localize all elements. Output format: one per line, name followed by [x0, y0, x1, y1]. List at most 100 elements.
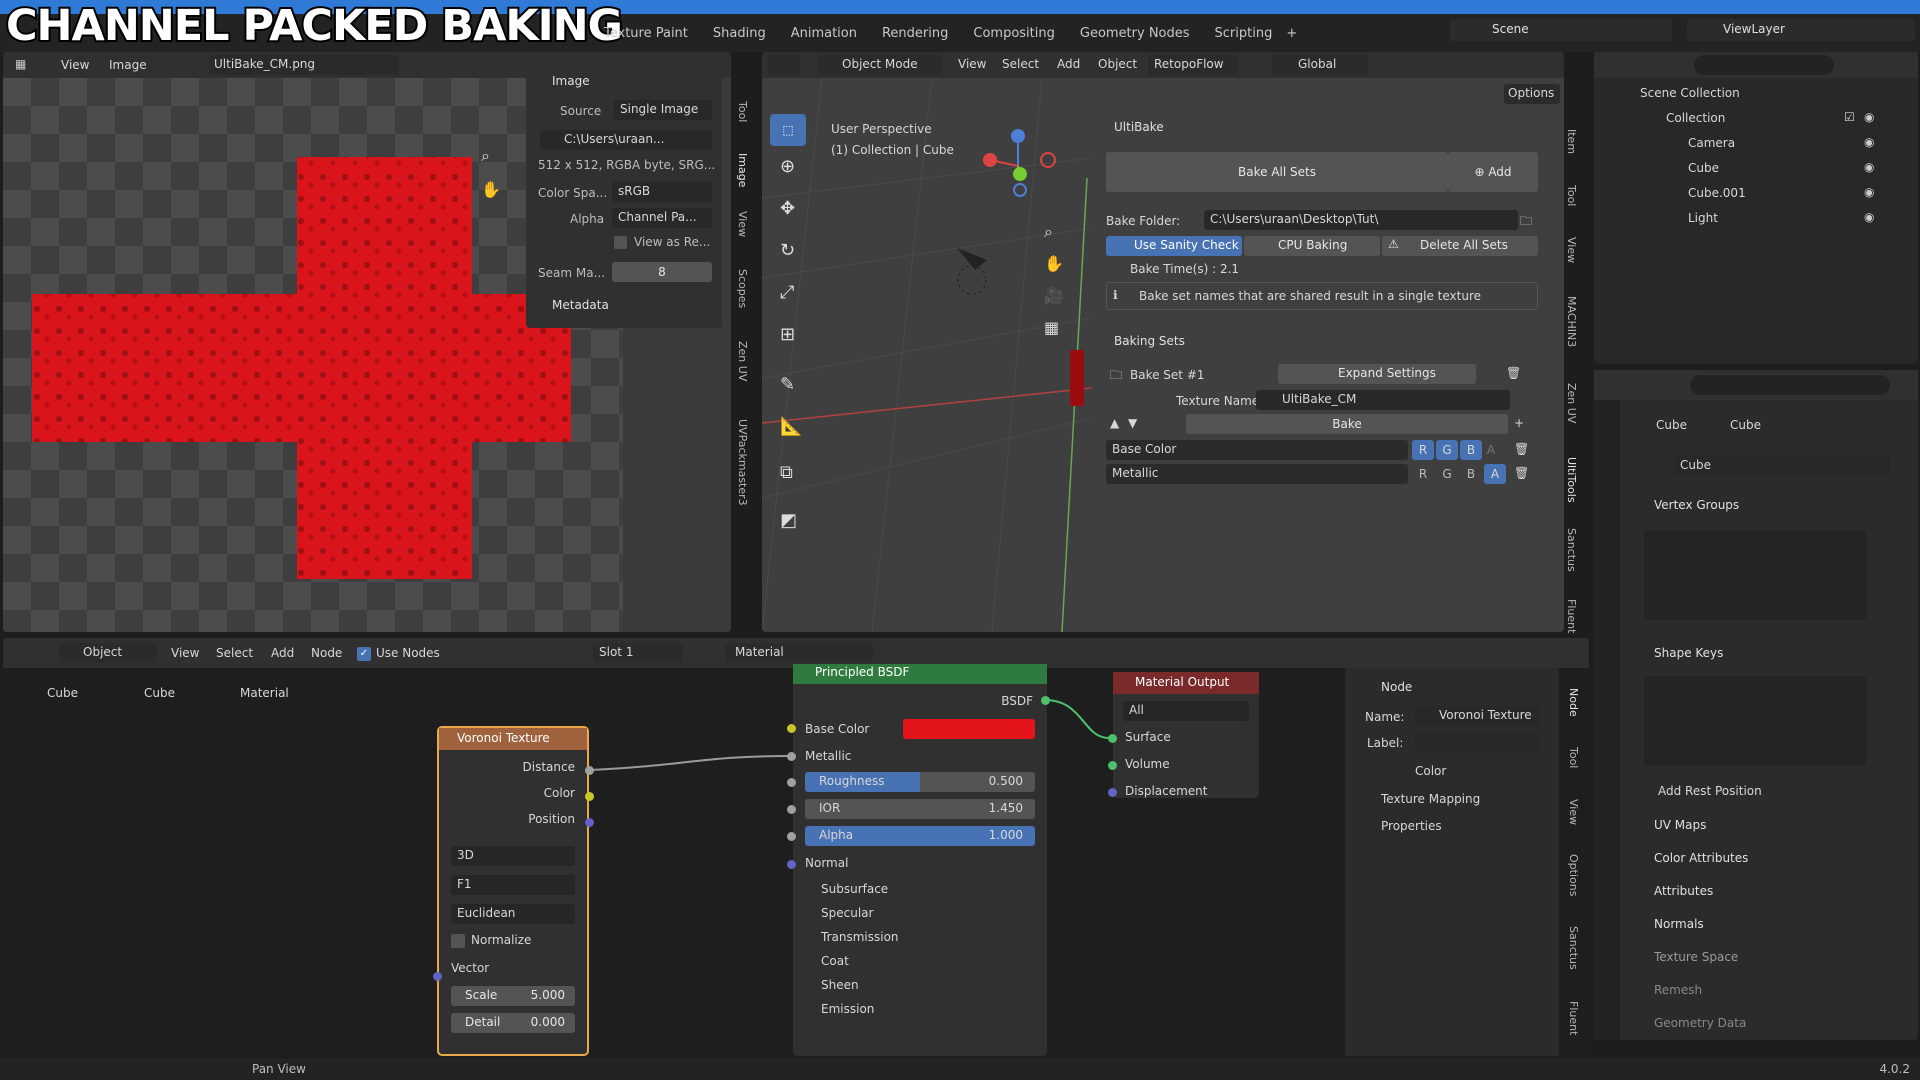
texture-space-panel[interactable]: Texture Space: [1654, 950, 1738, 964]
visibility-eye-icon[interactable]: ◉: [1864, 110, 1874, 124]
viewport-3d[interactable]: ⬚ ⊕ ✥ ↻ ⤢ ⊞ ✎ 📐 ⧉ ◩ Object Mode View Sel…: [762, 52, 1564, 632]
detail-field[interactable]: Detail 0.000: [451, 1013, 575, 1033]
normalize-checkbox[interactable]: [451, 934, 465, 948]
retopoflow-dropdown[interactable]: RetopoFlow: [1148, 55, 1238, 75]
outliner-camera[interactable]: Camera: [1688, 136, 1735, 150]
distance-socket[interactable]: [585, 766, 594, 775]
trash-icon[interactable]: 🗑: [1514, 466, 1529, 480]
viewport-menu-select[interactable]: Select: [1002, 57, 1039, 71]
ior-field[interactable]: IOR 1.450: [805, 799, 1035, 819]
tab-shading[interactable]: Shading: [713, 26, 766, 41]
bake-folder-field[interactable]: C:\Users\uraan\Desktop\Tut\: [1204, 210, 1518, 230]
scene-collection-label[interactable]: Scene Collection: [1640, 86, 1740, 100]
viewport-menu-object[interactable]: Object: [1098, 57, 1137, 71]
viewlayer-selector[interactable]: ViewLayer: [1687, 19, 1915, 41]
color-socket[interactable]: [585, 792, 594, 801]
shape-keys-list[interactable]: [1644, 676, 1866, 766]
outliner-light[interactable]: Light: [1688, 211, 1718, 225]
tab-texture-paint[interactable]: Texture Paint: [604, 26, 688, 41]
tab-geometry-nodes[interactable]: Geometry Nodes: [1080, 26, 1190, 41]
material-output-node[interactable]: Material Output All Surface Volume Displ…: [1113, 672, 1259, 798]
scene-selector[interactable]: Scene: [1450, 19, 1672, 41]
annotate-tool-icon[interactable]: ✎: [780, 374, 795, 395]
channel-a-1[interactable]: A: [1484, 440, 1498, 460]
node-tab-view[interactable]: View: [1562, 794, 1580, 830]
node-tab-tool[interactable]: Tool: [1562, 740, 1580, 776]
pan-hand-icon[interactable]: ✋: [481, 180, 501, 199]
emission-panel[interactable]: Emission: [821, 1002, 874, 1016]
voronoi-texture-node[interactable]: Voronoi Texture Distance Color Position …: [437, 726, 589, 1056]
ior-socket[interactable]: [787, 805, 796, 814]
displacement-socket[interactable]: [1108, 788, 1117, 797]
visibility-eye-icon[interactable]: ◉: [1864, 185, 1874, 199]
trash-icon[interactable]: 🗑: [1506, 366, 1521, 380]
add-rest-position[interactable]: Add Rest Position: [1658, 784, 1762, 798]
transform-tool-icon[interactable]: ⊞: [780, 324, 795, 345]
alpha-field[interactable]: Alpha 1.000: [805, 826, 1035, 846]
cursor-tool-icon[interactable]: ⊕: [780, 156, 795, 177]
bake-set-name[interactable]: Bake Set #1: [1130, 368, 1205, 382]
ultibake-title[interactable]: UltiBake: [1114, 120, 1164, 134]
tab-rendering[interactable]: Rendering: [882, 26, 948, 41]
properties-search[interactable]: [1690, 375, 1890, 395]
editor-type-dropdown[interactable]: [768, 55, 800, 75]
feature-dropdown[interactable]: F1: [451, 875, 575, 895]
add-set-button[interactable]: ⊕ Add: [1448, 152, 1538, 192]
viewport-tab-sanctus[interactable]: Sanctus: [1560, 522, 1578, 578]
subsurface-panel[interactable]: Subsurface: [821, 882, 888, 896]
zoom-view-icon[interactable]: ⌕: [1044, 222, 1053, 242]
normals-panel[interactable]: Normals: [1654, 917, 1704, 931]
add-cube-tool-icon[interactable]: ⧉: [780, 462, 793, 483]
colorspace-dropdown[interactable]: sRGB: [612, 182, 712, 202]
color-attributes-panel[interactable]: Color Attributes: [1654, 851, 1748, 865]
tab-animation[interactable]: Animation: [791, 26, 857, 41]
view-as-render-checkbox[interactable]: [614, 236, 627, 249]
bsdf-output-socket[interactable]: [1041, 696, 1050, 705]
image-tab-scopes[interactable]: Scopes: [731, 264, 749, 314]
outliner-collection[interactable]: Collection: [1666, 111, 1725, 125]
base-color-swatch[interactable]: [903, 719, 1035, 739]
metadata-panel[interactable]: Metadata: [552, 298, 609, 312]
channel-r-2[interactable]: R: [1412, 464, 1434, 484]
outliner-search[interactable]: [1694, 55, 1834, 75]
node-tab-sanctus[interactable]: Sanctus: [1562, 920, 1580, 976]
image-path-field[interactable]: C:\Users\uraan...: [540, 130, 712, 150]
node-color-panel[interactable]: Color: [1415, 764, 1446, 778]
node-properties-panel[interactable]: Properties: [1381, 819, 1442, 833]
roughness-socket[interactable]: [787, 778, 796, 787]
light-object[interactable]: [957, 265, 987, 295]
position-socket[interactable]: [585, 818, 594, 827]
tab-compositing[interactable]: Compositing: [973, 26, 1055, 41]
node-tab-node[interactable]: Node: [1562, 684, 1580, 720]
alpha-socket[interactable]: [787, 832, 796, 841]
visibility-eye-icon[interactable]: ◉: [1864, 210, 1874, 224]
expand-settings-button[interactable]: Expand Settings: [1278, 364, 1476, 384]
bake-map-dropdown-1[interactable]: Base Color: [1106, 440, 1408, 460]
scale-field[interactable]: Scale 5.000: [451, 986, 575, 1006]
viewport-tab-item[interactable]: Item: [1560, 124, 1578, 160]
channel-g-1[interactable]: G: [1436, 440, 1458, 460]
camera-view-icon[interactable]: 🎥: [1044, 286, 1064, 305]
baking-sets-title[interactable]: Baking Sets: [1114, 334, 1185, 348]
viewport-tab-fluent[interactable]: Fluent: [1560, 596, 1578, 636]
scale-tool-icon[interactable]: ⤢: [780, 282, 794, 303]
image-tab-view[interactable]: View: [731, 206, 749, 242]
image-tab-zen-uv[interactable]: Zen UV: [731, 336, 749, 386]
delete-all-sets-button[interactable]: ⚠ Delete All Sets: [1382, 236, 1538, 256]
remesh-panel[interactable]: Remesh: [1654, 983, 1702, 997]
metallic-socket[interactable]: [787, 752, 796, 761]
geometry-data-panel[interactable]: Geometry Data: [1654, 1016, 1746, 1030]
roughness-slider[interactable]: Roughness 0.500: [805, 772, 1035, 792]
node-name-field[interactable]: Voronoi Texture: [1415, 706, 1539, 726]
tab-scripting[interactable]: Scripting: [1215, 26, 1273, 41]
channel-b-2[interactable]: B: [1460, 464, 1482, 484]
principled-bsdf-node[interactable]: Principled BSDF BSDF Base Color Metallic…: [793, 664, 1047, 1056]
volume-socket[interactable]: [1108, 761, 1117, 770]
vector-socket[interactable]: [433, 972, 442, 981]
image-menu-image[interactable]: Image: [109, 58, 147, 72]
seam-margin-field[interactable]: 8: [612, 262, 712, 282]
rotate-tool-icon[interactable]: ↻: [780, 240, 795, 261]
specular-panel[interactable]: Specular: [821, 906, 873, 920]
channel-a-2[interactable]: A: [1484, 464, 1506, 484]
viewport-tab-zen-uv[interactable]: Zen UV: [1560, 378, 1578, 428]
